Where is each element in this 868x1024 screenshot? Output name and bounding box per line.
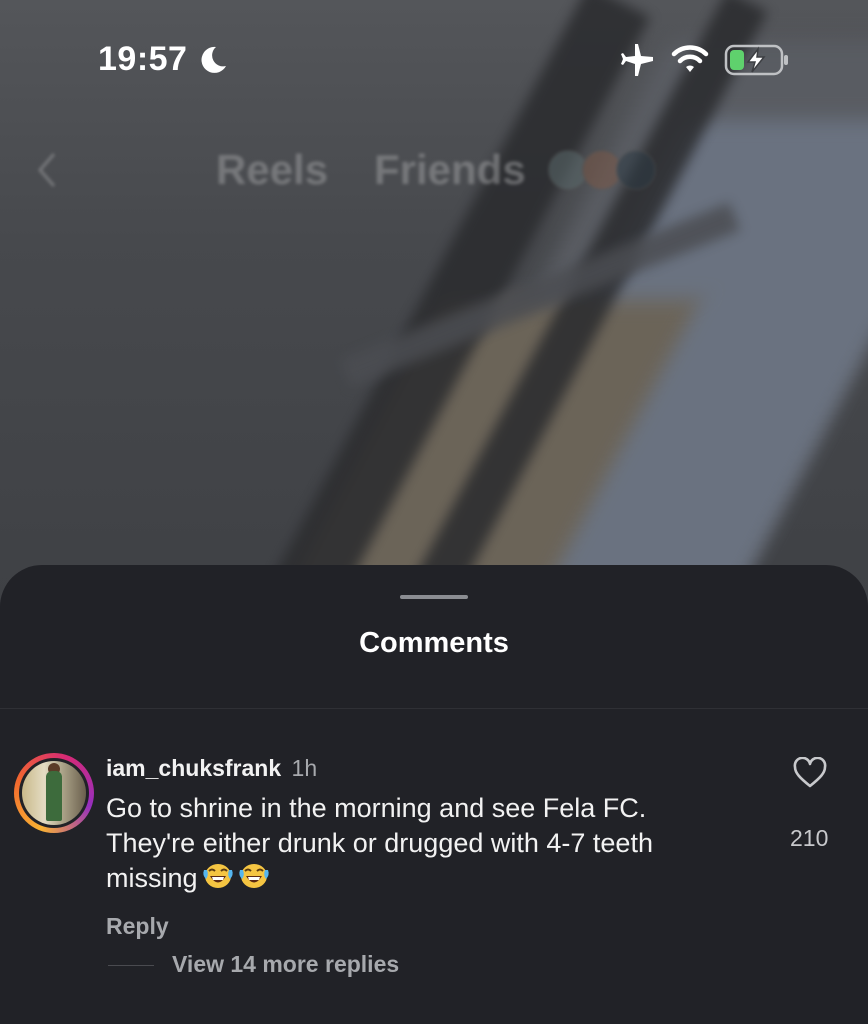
friend-avatars[interactable]: [548, 150, 658, 190]
avatar: [616, 150, 656, 190]
laughing-tears-emoji-icon: [238, 864, 269, 888]
heart-icon[interactable]: [792, 757, 828, 789]
comment-item: iam_chuksfrank 1h Go to shrine in the mo…: [0, 745, 868, 1005]
comment-text: Go to shrine in the morning and see Fela…: [106, 793, 653, 893]
view-more-replies-button[interactable]: View 14 more replies: [172, 951, 399, 978]
like-count: 210: [790, 825, 829, 851]
avatar: [19, 758, 89, 828]
reels-top-nav: Reels Friends: [0, 140, 868, 200]
comments-sheet: Comments iam_chuksfrank 1h Go to shrine …: [0, 565, 868, 1024]
tab-friends[interactable]: Friends: [374, 146, 526, 194]
divider: [0, 708, 868, 709]
wifi-icon: [671, 45, 709, 72]
chevron-left-icon[interactable]: [34, 150, 60, 190]
comment-body: Go to shrine in the morning and see Fela…: [106, 791, 746, 896]
battery-charging-icon: [724, 44, 788, 76]
status-bar: 19:57: [0, 0, 868, 120]
moon-icon: [201, 46, 226, 73]
story-ring-avatar[interactable]: [14, 753, 94, 833]
laughing-tears-emoji-icon: [202, 864, 233, 888]
comment-username[interactable]: iam_chuksfrank: [106, 755, 281, 781]
sheet-grabber[interactable]: [400, 595, 468, 599]
comment-header: iam_chuksfrank 1h: [106, 755, 317, 782]
replies-divider: [108, 965, 154, 966]
reply-button[interactable]: Reply: [106, 913, 169, 940]
airplane-icon: [621, 44, 653, 76]
tab-reels[interactable]: Reels: [216, 146, 328, 194]
status-time: 19:57: [98, 40, 188, 78]
sheet-title: Comments: [359, 627, 509, 659]
comment-timestamp: 1h: [291, 755, 318, 781]
